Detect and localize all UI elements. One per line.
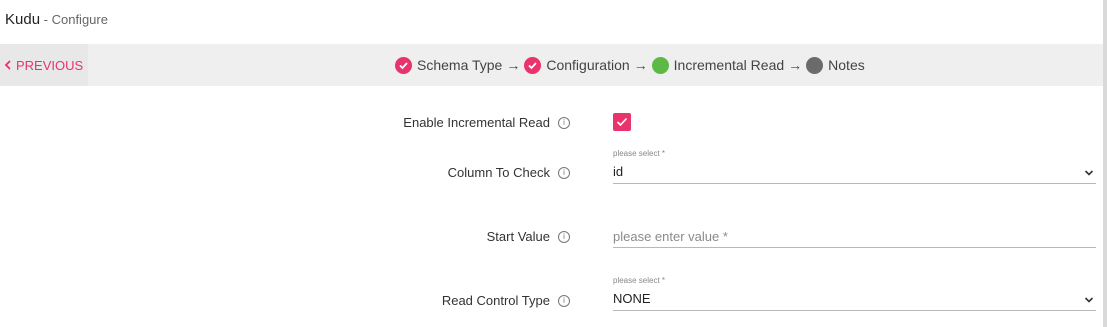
chevron-down-icon [1084,297,1094,303]
label-text: Enable Incremental Read [403,115,550,130]
step-schema-type: Schema Type [417,57,503,73]
app-name: Kudu [5,11,41,28]
start-value-row: Start Value i please enter value * [0,222,1103,250]
previous-button[interactable]: PREVIOUS [0,44,88,86]
read-control-type-select[interactable]: NONE [613,288,1096,311]
info-icon[interactable]: i [558,230,570,243]
label-text: Start Value [486,229,550,244]
step-arrow: → [506,57,521,73]
window-edge [1103,0,1107,327]
page-subtitle: - Configure [40,12,108,27]
chevron-left-icon [4,58,12,73]
label-text: Column To Check [447,165,550,180]
step-arrow: → [633,57,648,73]
info-icon[interactable]: i [558,116,570,129]
active-step-dot-icon [651,56,669,74]
check-icon [616,117,628,127]
read-control-type-hint: please select * [613,276,666,285]
step-configuration: Configuration [546,57,630,73]
step-arrow: → [788,57,803,73]
column-to-check-value: id [613,164,624,179]
chevron-down-icon [1084,170,1094,176]
enable-incremental-read-checkbox[interactable] [613,113,631,131]
step-incremental-read: Incremental Read [673,57,785,73]
start-value-label: Start Value i [487,229,570,244]
check-circle-icon [395,56,412,74]
wizard-steps: Schema Type → Configuration → Incrementa… [395,44,869,86]
read-control-type-value: NONE [613,291,651,306]
column-to-check-hint: please select * [613,149,666,158]
start-value-input[interactable]: please enter value * [613,225,1096,248]
page-title: Kudu - Configure [5,11,108,31]
previous-label: PREVIOUS [16,57,84,73]
enable-incremental-read-row: Enable Incremental Read i [0,112,1103,134]
read-control-type-label: Read Control Type i [442,293,570,308]
enable-incremental-read-label: Enable Incremental Read i [403,115,570,130]
start-value-placeholder: please enter value * [613,229,728,244]
read-control-type-row: please select * Read Control Type i NONE [0,273,1103,315]
column-to-check-label: Column To Check i [448,165,570,180]
check-circle-icon [524,56,542,74]
label-text: Read Control Type [441,293,550,308]
pending-step-dot-icon [806,56,824,74]
info-icon[interactable]: i [558,166,570,179]
column-to-check-select[interactable]: id [613,161,1096,184]
step-notes: Notes [828,57,865,73]
wizard-bar: PREVIOUS Schema Type → Configuration → I… [0,44,1103,86]
info-icon[interactable]: i [558,294,570,307]
column-to-check-row: please select * Column To Check i id [0,145,1103,187]
